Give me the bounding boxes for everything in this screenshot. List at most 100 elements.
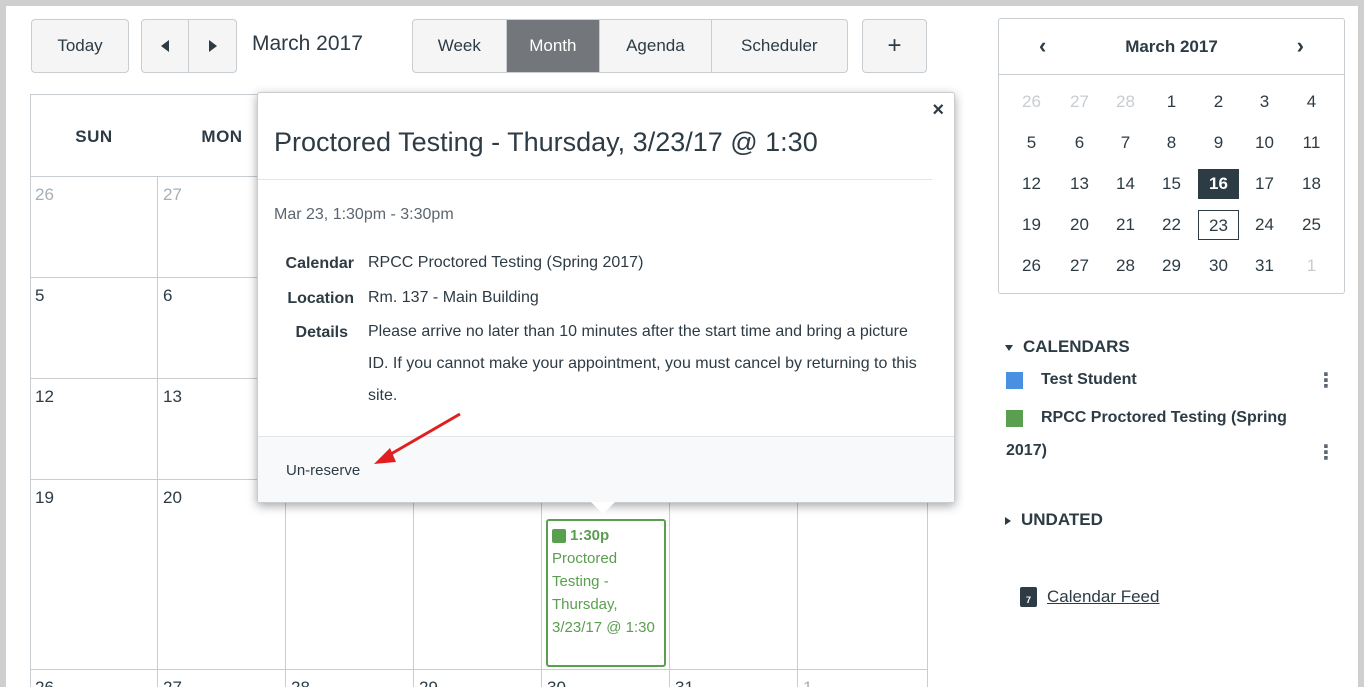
mini-calendar-day[interactable]: 22: [1151, 210, 1192, 240]
mini-calendar-day[interactable]: 26: [1011, 87, 1052, 117]
mini-calendar-day[interactable]: 27: [1059, 251, 1100, 281]
mini-calendar-day[interactable]: 6: [1059, 128, 1100, 158]
today-button[interactable]: Today: [31, 19, 129, 73]
calendar-month-title: March 2017: [252, 32, 363, 55]
kebab-menu-icon[interactable]: ⋮: [1316, 440, 1336, 465]
calendars-section-toggle[interactable]: CALENDARS: [1005, 337, 1130, 357]
kebab-menu-icon[interactable]: ⋮: [1316, 368, 1336, 393]
mini-calendar-day[interactable]: 4: [1291, 87, 1332, 117]
mini-calendar-day[interactable]: 31: [1244, 251, 1285, 281]
mini-calendar-day[interactable]: 2: [1198, 87, 1239, 117]
mini-calendar-day[interactable]: 23: [1198, 210, 1239, 240]
prev-month-button[interactable]: [142, 20, 190, 72]
add-event-button[interactable]: +: [862, 19, 927, 73]
day-cell[interactable]: 26: [30, 669, 158, 687]
event-time-row: 1:30p: [552, 524, 660, 547]
day-cell[interactable]: 29: [414, 669, 542, 687]
mini-calendar-week: 12 13 14 15 16 17 18: [999, 169, 1344, 210]
mini-calendar-day[interactable]: 5: [1011, 128, 1052, 158]
next-month-button[interactable]: [189, 20, 236, 72]
mini-calendar-day[interactable]: 24: [1244, 210, 1285, 240]
mini-calendar-day[interactable]: 3: [1244, 87, 1285, 117]
event-time: 1:30p: [570, 527, 610, 544]
mini-calendar-day[interactable]: 30: [1198, 251, 1239, 281]
day-cell[interactable]: 19: [30, 479, 158, 669]
mini-calendar-week: 26 27 28 29 30 31 1: [999, 251, 1344, 292]
day-number: 20: [163, 488, 182, 507]
calendar-color-swatch[interactable]: [1006, 372, 1023, 389]
undated-title: UNDATED: [1021, 510, 1103, 529]
event-title: Proctored Testing - Thursday, 3/23/17 @ …: [552, 550, 655, 636]
day-number: 27: [163, 185, 182, 204]
mini-calendar-day[interactable]: 20: [1059, 210, 1100, 240]
mini-calendar-day[interactable]: 14: [1105, 169, 1146, 199]
day-number: 30: [547, 678, 566, 687]
mini-calendar-day[interactable]: 28: [1105, 251, 1146, 281]
calendar-feed-link[interactable]: 7 Calendar Feed: [1020, 587, 1159, 607]
arrow-right-icon: [208, 40, 217, 52]
view-scheduler-button[interactable]: Scheduler: [712, 20, 847, 72]
day-cell[interactable]: 12: [30, 378, 158, 479]
day-number: 1: [803, 678, 812, 687]
mini-calendar-day[interactable]: 7: [1105, 128, 1146, 158]
divider: [258, 179, 932, 180]
mini-calendar-day[interactable]: 10: [1244, 128, 1285, 158]
calendar-icon: [552, 528, 566, 543]
location-value: Rm. 137 - Main Building: [368, 289, 539, 306]
day-cell[interactable]: 1: [798, 669, 928, 687]
undated-section-toggle[interactable]: UNDATED: [1005, 510, 1103, 530]
view-agenda-button[interactable]: Agenda: [600, 20, 712, 72]
calendar-item-test-student[interactable]: Test Student: [1041, 371, 1137, 389]
mini-calendar-day[interactable]: 27: [1059, 87, 1100, 117]
view-month-button[interactable]: Month: [506, 20, 601, 72]
day-cell[interactable]: 30: [542, 669, 670, 687]
day-cell[interactable]: 26: [30, 176, 158, 277]
mini-calendar-day[interactable]: 18: [1291, 169, 1332, 199]
mini-calendar-day[interactable]: 12: [1011, 169, 1052, 199]
mini-calendar-day[interactable]: 9: [1198, 128, 1239, 158]
mini-calendar-week: 26 27 28 1 2 3 4: [999, 87, 1344, 128]
popover-tail: [591, 502, 615, 514]
day-cell[interactable]: 5: [30, 277, 158, 378]
caret-right-icon: [1005, 516, 1011, 525]
mini-calendar-day[interactable]: 15: [1151, 169, 1192, 199]
day-cell[interactable]: 20: [158, 479, 286, 669]
mini-calendar-day[interactable]: 1: [1151, 87, 1192, 117]
mini-calendar-header: ‹ March 2017 ›: [999, 19, 1344, 75]
day-cell[interactable]: 27: [158, 669, 286, 687]
day-cell[interactable]: 25: [798, 479, 928, 669]
day-name-sun: SUN: [75, 127, 113, 146]
view-week-button[interactable]: Week: [413, 20, 507, 72]
mini-calendar-day[interactable]: 16: [1198, 169, 1239, 199]
mini-calendar-day[interactable]: 28: [1105, 87, 1146, 117]
mini-calendar-week: 19 20 21 22 23 24 25: [999, 210, 1344, 251]
calendars-title: CALENDARS: [1023, 337, 1130, 356]
mini-calendar-day[interactable]: 17: [1244, 169, 1285, 199]
popover-footer: Un-reserve: [258, 436, 954, 502]
chevron-right-icon[interactable]: ›: [1297, 33, 1304, 59]
mini-calendar-day[interactable]: 11: [1291, 128, 1332, 158]
day-cell[interactable]: 21: [286, 479, 414, 669]
calendar-event[interactable]: 1:30p Proctored Testing - Thursday, 3/23…: [546, 519, 666, 667]
day-number: 29: [419, 678, 438, 687]
mini-calendar-day[interactable]: 26: [1011, 251, 1052, 281]
day-number: 19: [35, 488, 54, 507]
day-cell[interactable]: 31: [670, 669, 798, 687]
mini-calendar-day[interactable]: 29: [1151, 251, 1192, 281]
day-cell[interactable]: 24: [670, 479, 798, 669]
close-icon[interactable]: ×: [932, 99, 944, 122]
annotation-arrow-icon: [374, 412, 461, 464]
unreserve-link[interactable]: Un-reserve: [286, 462, 360, 479]
calendar-item-rpcc[interactable]: RPCC Proctored Testing (Spring 2017): [1006, 401, 1316, 467]
view-switcher: Week Month Agenda Scheduler: [412, 19, 848, 73]
mini-calendar-title: March 2017: [1125, 37, 1218, 56]
mini-calendar-day[interactable]: 21: [1105, 210, 1146, 240]
mini-calendar-day[interactable]: 19: [1011, 210, 1052, 240]
day-cell[interactable]: 22: [414, 479, 542, 669]
mini-calendar-day[interactable]: 8: [1151, 128, 1192, 158]
day-cell[interactable]: 28: [286, 669, 414, 687]
mini-calendar-day[interactable]: 13: [1059, 169, 1100, 199]
mini-calendar-day[interactable]: 25: [1291, 210, 1332, 240]
mini-calendar-day[interactable]: 1: [1291, 251, 1332, 281]
day-number: 26: [35, 678, 54, 687]
